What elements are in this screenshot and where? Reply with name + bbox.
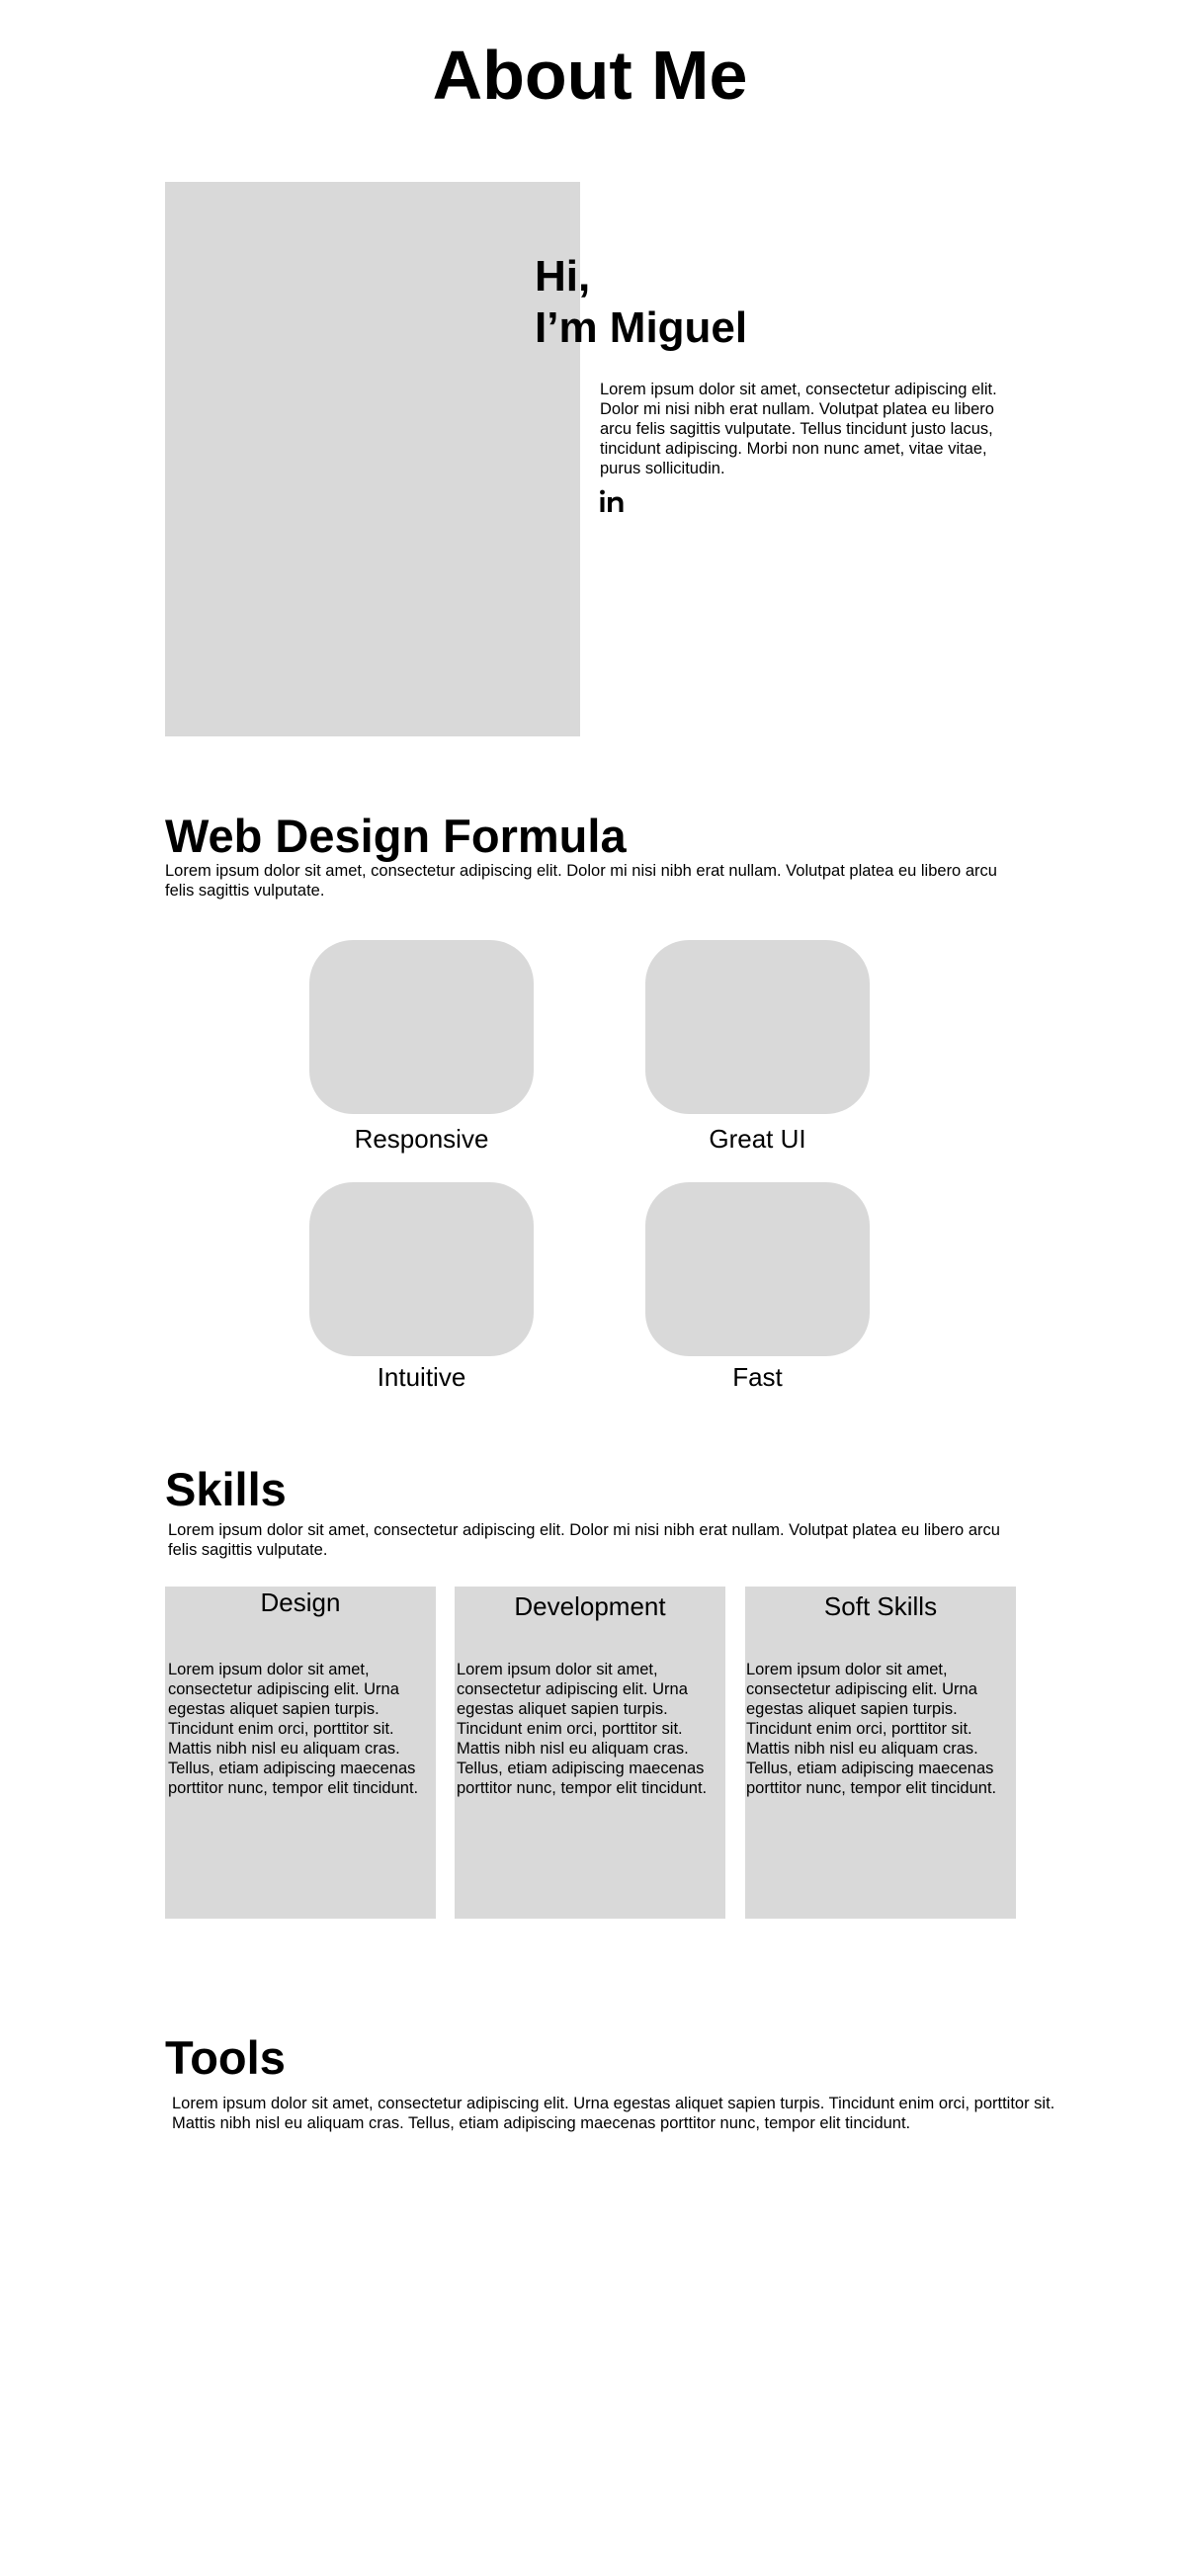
formula-description: Lorem ipsum dolor sit amet, consectetur … [165,862,997,900]
greeting-line-2: I’m Miguel [535,303,748,352]
skills-title: Skills [165,1463,287,1515]
linkedin-icon[interactable] [599,488,625,514]
feature-card-responsive [309,940,534,1114]
skill-text-soft-skills: Lorem ipsum dolor sit amet, consectetur … [746,1661,997,1797]
feature-label-responsive: Responsive [354,1124,489,1154]
feature-label-great-ui: Great UI [709,1124,806,1154]
skill-card-soft-skills: Soft Skills Lorem ipsum dolor sit amet, … [745,1587,1016,1919]
skill-title-development: Development [514,1591,666,1621]
intro-text: Lorem ipsum dolor sit amet, consectetur … [600,381,997,477]
skill-title-soft-skills: Soft Skills [823,1591,938,1621]
formula-title: Web Design Formula [165,810,627,862]
skill-text-development: Lorem ipsum dolor sit amet, consectetur … [457,1661,708,1797]
skill-card-development: Development Lorem ipsum dolor sit amet, … [455,1587,725,1919]
profile-photo-placeholder [165,182,580,736]
greeting-line-1: Hi, [535,252,591,301]
page-title: About Me [432,37,748,114]
feature-card-fast [645,1182,870,1356]
skill-text-design: Lorem ipsum dolor sit amet, consectetur … [168,1661,419,1797]
feature-label-intuitive: Intuitive [377,1362,466,1392]
skills-description: Lorem ipsum dolor sit amet, consectetur … [168,1521,1000,1559]
skill-card-design: Design Lorem ipsum dolor sit amet, conse… [165,1587,436,1919]
feature-card-intuitive [309,1182,534,1356]
feature-label-fast: Fast [732,1362,783,1392]
skill-title-design: Design [260,1588,341,1617]
tools-description: Lorem ipsum dolor sit amet, consectetur … [172,2095,1055,2132]
tools-title: Tools [165,2031,286,2084]
greeting-heading: Hi, I’m Miguel [535,251,747,354]
feature-card-great-ui [645,940,870,1114]
